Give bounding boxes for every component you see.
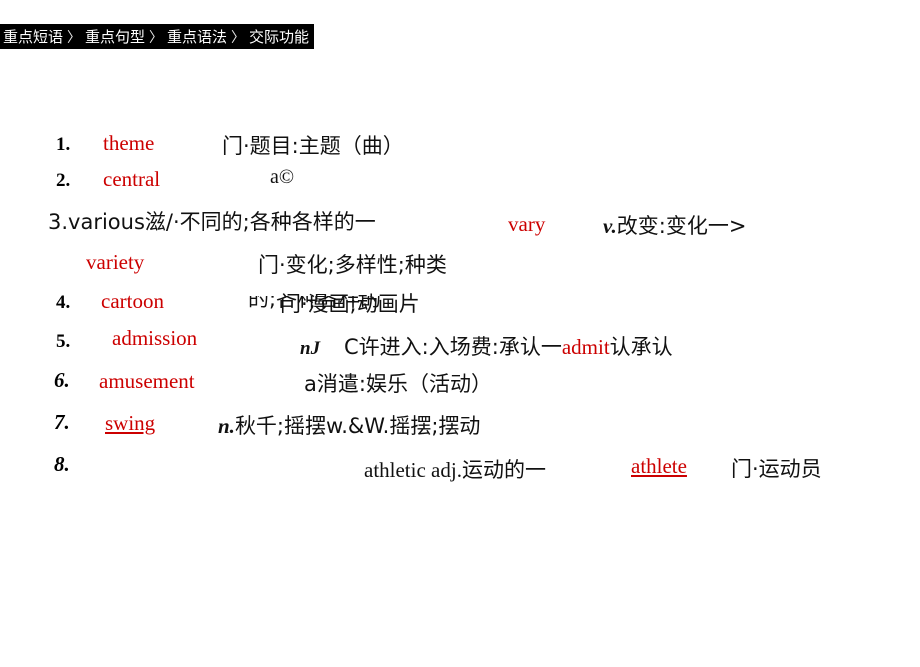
vocab-line-various: 3.various滋/·不同的;各种各样的一 xyxy=(48,210,376,234)
vocab-word-amusement: amusement xyxy=(99,369,195,393)
vocab-word-central: central xyxy=(103,167,161,191)
vocab-word-cartoon: cartoon xyxy=(101,289,164,313)
vocab-word-vary: vary xyxy=(508,212,546,236)
entry-number-4: 4. xyxy=(56,292,71,313)
entry-number-2: 2. xyxy=(56,170,71,191)
vocab-gloss-vary: v.改变:变化一> xyxy=(603,210,746,240)
vocab-word-admission: admission xyxy=(112,326,198,350)
vocab-gloss-vary-text: 改变:变化一> xyxy=(616,214,747,238)
vocab-gloss-amusement: a消遣:娱乐（活动） xyxy=(304,372,492,396)
vocab-gloss-admission-a: C许进入:入场费:承认一 xyxy=(344,335,562,359)
breadcrumb-item-key-sentences[interactable]: 重点句型 xyxy=(84,26,146,47)
breadcrumb-item-key-phrases[interactable]: 重点短语 xyxy=(2,26,64,47)
breadcrumb-item-key-grammar[interactable]: 重点语法 xyxy=(166,26,228,47)
entry-number-8: 8. xyxy=(54,452,70,476)
vocab-word-admit: admit xyxy=(561,335,610,359)
vocab-gloss-central: a© xyxy=(270,166,295,188)
breadcrumb-item-communication[interactable]: 交际功能 xyxy=(248,26,310,47)
breadcrumb-separator: 〉 xyxy=(231,29,246,46)
vocab-word-swing: swing xyxy=(105,411,156,435)
breadcrumb-separator: 〉 xyxy=(149,29,164,46)
vocab-gloss-variety: 门·变化;多样性;种类 xyxy=(258,253,447,277)
entry-number-6: 6. xyxy=(54,368,70,392)
breadcrumb-separator: 〉 xyxy=(67,29,82,46)
part-of-speech-noun: nJ xyxy=(300,338,321,359)
vocab-gloss-admission: C许进入:入场费:承认一admit认承认 xyxy=(344,331,673,361)
vocab-gloss-athlete: 门·运动员 xyxy=(731,457,822,481)
vocab-word-athlete: athlete xyxy=(631,454,687,478)
part-of-speech-noun: n. xyxy=(218,414,235,438)
vocab-word-variety: variety xyxy=(86,250,145,274)
vocab-gloss-swing-text: 秋千;摇摆w.&W.摇摆;摆动 xyxy=(234,414,481,438)
vocab-gloss-cartoon: 门·漫画;动画片 xyxy=(280,292,420,316)
breadcrumb-nav[interactable]: 重点短语 〉 重点句型 〉 重点语法 〉 交际功能 xyxy=(0,24,315,49)
vocab-gloss-athletic: athletic adj.运动的一 xyxy=(364,458,546,482)
part-of-speech-verb: v. xyxy=(603,214,617,238)
entry-number-5: 5. xyxy=(56,331,71,352)
slide-canvas: 重点短语 〉 重点句型 〉 重点语法 〉 交际功能 1. theme 门·题目:… xyxy=(0,0,920,667)
entry-number-1: 1. xyxy=(56,134,71,155)
vocab-word-theme: theme xyxy=(103,131,155,155)
vocab-gloss-admission-b: 认承认 xyxy=(609,335,673,359)
vocab-gloss-swing: n.秋千;摇摆w.&W.摇摆;摆动 xyxy=(218,410,480,440)
entry-number-7: 7. xyxy=(54,410,70,434)
vocab-gloss-theme: 门·题目:主题（曲） xyxy=(222,134,404,158)
